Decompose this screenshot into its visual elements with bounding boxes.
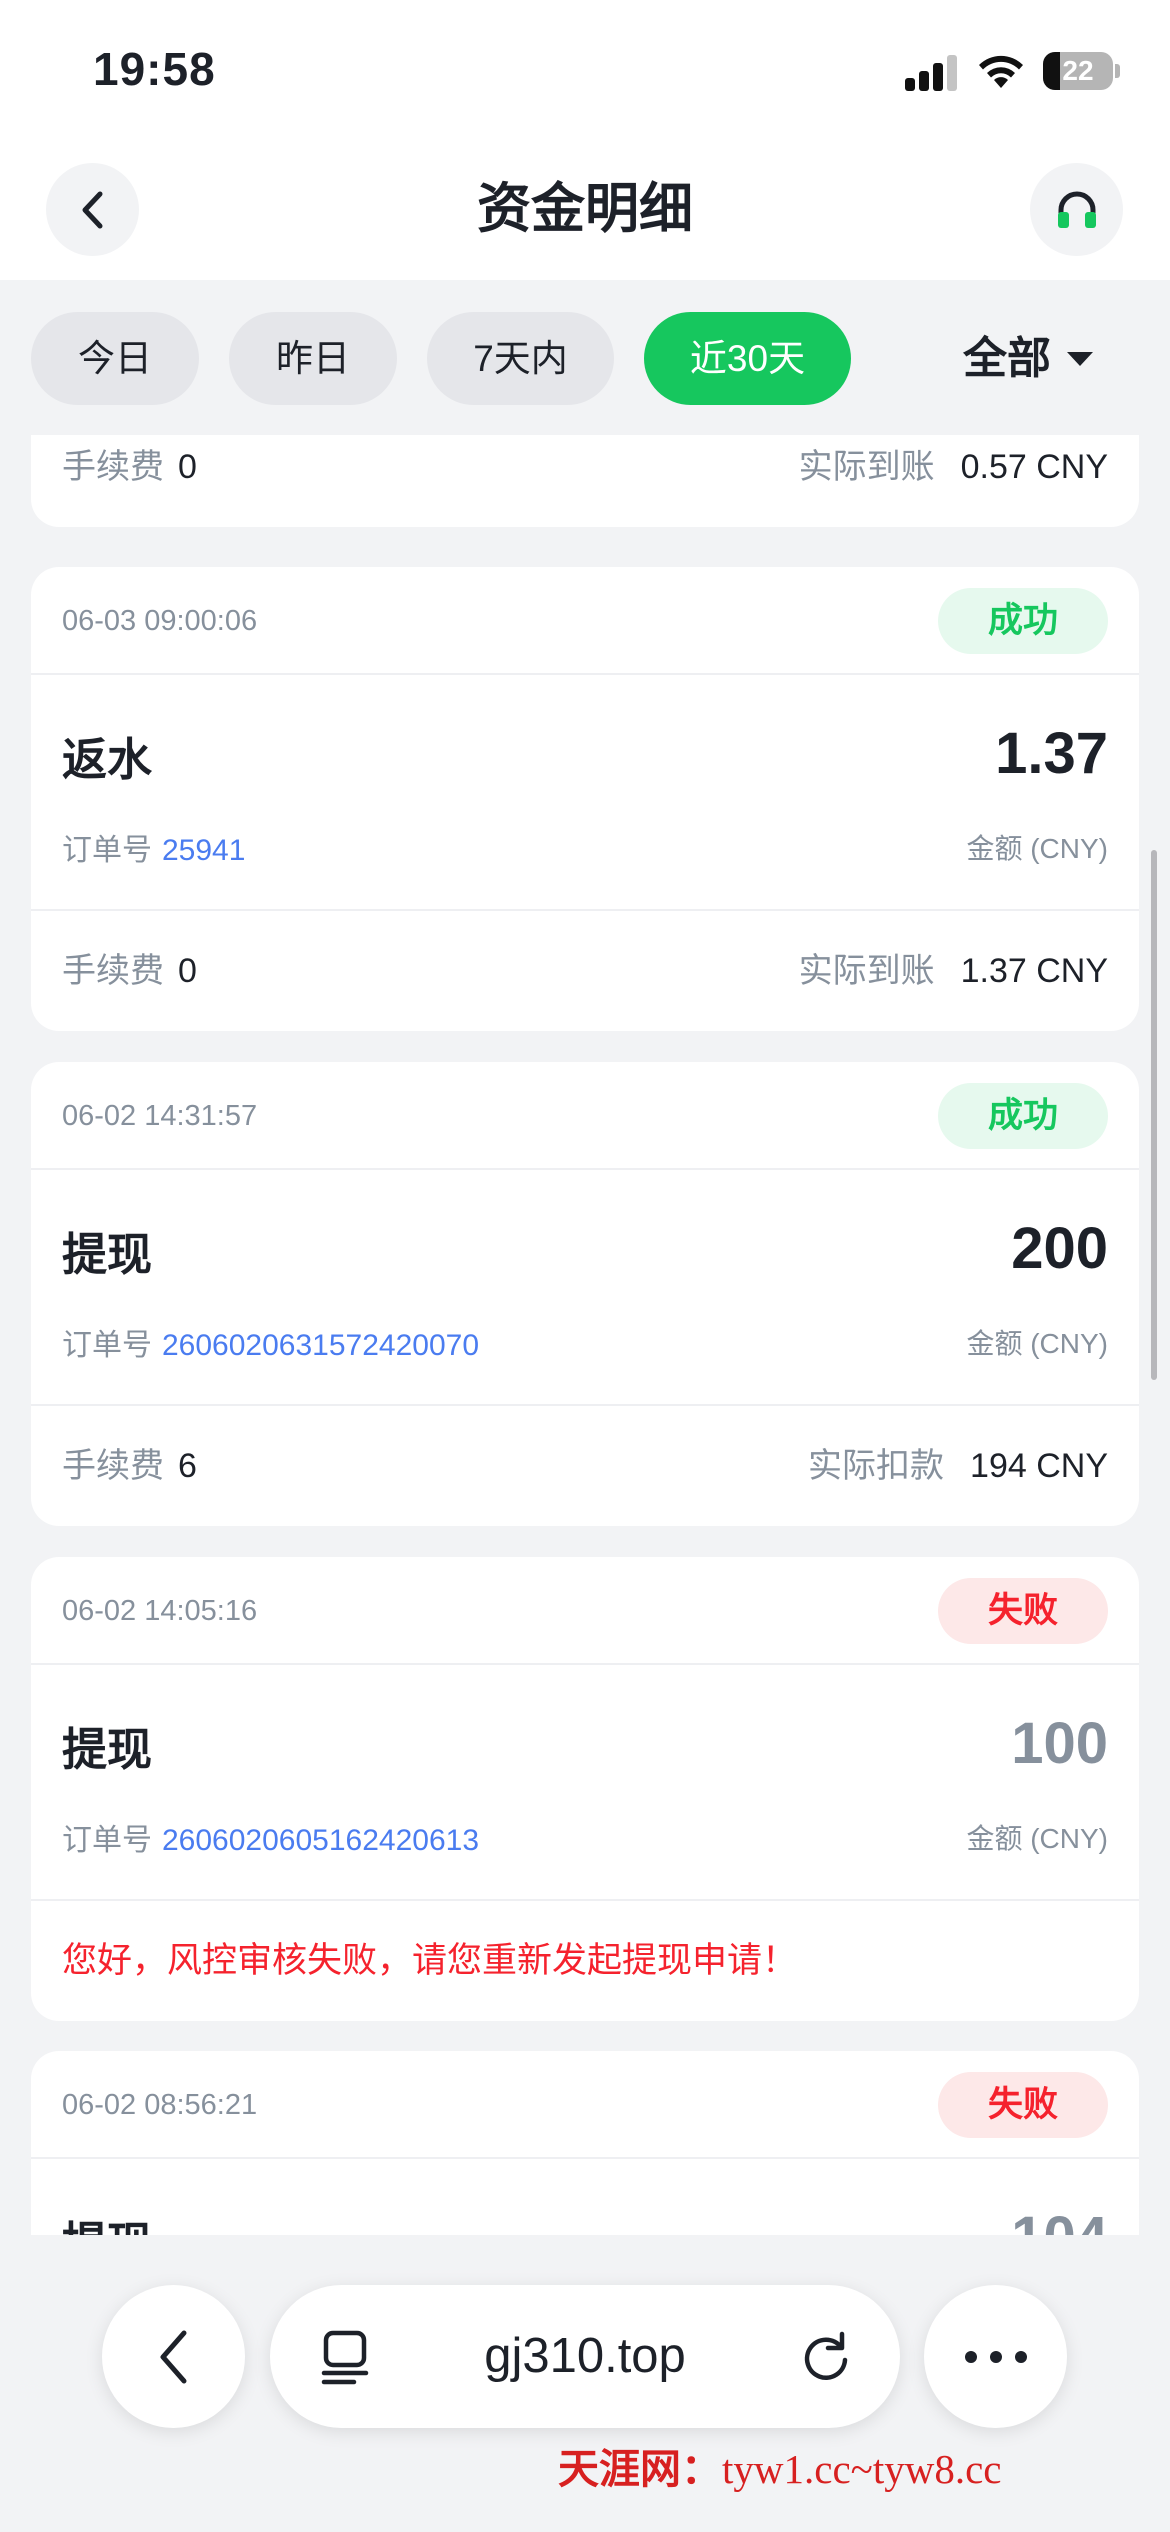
amount-label: 金额 (CNY) bbox=[966, 833, 1108, 864]
record-type: 提现 bbox=[62, 1724, 153, 1775]
status-badge: 成功 bbox=[938, 1083, 1108, 1149]
status-badge: 失败 bbox=[938, 2072, 1108, 2138]
amount-label: 金额 (CNY) bbox=[966, 1823, 1108, 1854]
chevron-left-icon bbox=[82, 191, 102, 228]
wifi-icon bbox=[979, 55, 1023, 88]
record-type: 提现 bbox=[62, 2207, 152, 2235]
record-card[interactable]: 06-02 14:05:16 失败 提现 订单号 2606020605162420… bbox=[31, 1557, 1139, 2021]
record-card[interactable]: 06-02 14:31:57 成功 提现 订单号 2606020631572420… bbox=[31, 1062, 1139, 1526]
filter-7days-chip[interactable]: 7天内 bbox=[427, 312, 614, 405]
filter-yesterday-chip[interactable]: 昨日 bbox=[229, 312, 397, 405]
record-amount: 1.37 bbox=[995, 721, 1108, 786]
settle-value: 0.57 CNY bbox=[960, 448, 1108, 486]
record-type: 返水 bbox=[62, 734, 153, 785]
settle-info: 实际到账 0.57 CNY bbox=[798, 448, 1108, 486]
chevron-left-icon bbox=[160, 2330, 186, 2383]
order-number-value[interactable]: 2606020605162420613 bbox=[162, 1824, 479, 1857]
order-number-value[interactable]: 2606020631572420070 bbox=[162, 1329, 479, 1362]
order-number: 订单号 25941 bbox=[62, 834, 246, 867]
page-title: 资金明细 bbox=[477, 179, 693, 239]
record-card[interactable]: 06-02 08:56:21 失败 提现 104 bbox=[31, 2051, 1139, 2235]
settle-info: 实际扣款 194 CNY bbox=[808, 1447, 1108, 1485]
browser-back-button[interactable] bbox=[102, 2285, 245, 2428]
record-time: 06-02 14:31:57 bbox=[62, 1100, 258, 1132]
filter-30days-chip[interactable]: 近30天 bbox=[644, 312, 851, 405]
fee-info: 手续费 0 bbox=[62, 448, 197, 486]
record-amount: 200 bbox=[1011, 1216, 1108, 1281]
more-icon bbox=[964, 2350, 1027, 2363]
watermark: 天涯网：tyw1.cc~tyw8.cc bbox=[558, 2446, 1002, 2492]
cellular-signal-icon bbox=[905, 55, 957, 91]
record-type: 提现 bbox=[62, 1229, 153, 1280]
battery-level: 22 bbox=[1062, 55, 1094, 86]
record-card[interactable]: 06-03 09:00:06 成功 返水 订单号 25941 1.37 金额 (C… bbox=[31, 567, 1139, 1031]
caret-down-icon bbox=[1067, 351, 1093, 366]
status-badge: 成功 bbox=[938, 588, 1108, 654]
settle-value: 194 CNY bbox=[970, 1447, 1108, 1485]
status-time: 19:58 bbox=[93, 43, 216, 95]
more-button[interactable] bbox=[924, 2285, 1067, 2428]
fee-value: 0 bbox=[178, 448, 197, 486]
record-card[interactable]: 手续费 0 实际到账 0.57 CNY bbox=[31, 435, 1139, 527]
status-badge: 失败 bbox=[938, 1578, 1108, 1644]
fee-value: 6 bbox=[178, 1447, 197, 1485]
settle-value: 1.37 CNY bbox=[960, 952, 1108, 990]
fee-info: 手续费 6 bbox=[62, 1447, 197, 1485]
scrollbar[interactable] bbox=[1151, 850, 1157, 1380]
reload-icon[interactable] bbox=[800, 2330, 852, 2382]
back-button[interactable] bbox=[46, 163, 139, 256]
headset-icon bbox=[1057, 191, 1096, 228]
page-header: 资金明细 bbox=[0, 145, 1170, 280]
record-list: 手续费 0 实际到账 0.57 CNY 06-03 09:00:06 成功 返水 订… bbox=[0, 435, 1170, 2235]
order-number: 订单号 2606020605162420613 bbox=[62, 1824, 480, 1857]
record-amount: 100 bbox=[1011, 1711, 1108, 1776]
order-number: 订单号 2606020631572420070 bbox=[62, 1329, 480, 1362]
amount-label: 金额 (CNY) bbox=[966, 1328, 1108, 1359]
failure-message: 您好，风控审核失败，请您重新发起提现申请！ bbox=[62, 1941, 798, 1980]
type-filter-label: 全部 bbox=[963, 334, 1051, 383]
battery-icon: 22 bbox=[1043, 52, 1113, 90]
customer-service-button[interactable] bbox=[1030, 163, 1123, 256]
filter-today-chip[interactable]: 今日 bbox=[31, 312, 199, 405]
record-time: 06-03 09:00:06 bbox=[62, 605, 258, 637]
browser-toolbar: gj310.top 天涯网：tyw1.cc~tyw8.cc bbox=[0, 2235, 1170, 2532]
record-time: 06-02 14:05:16 bbox=[62, 1595, 258, 1627]
record-time: 06-02 08:56:21 bbox=[62, 2089, 258, 2121]
fee-info: 手续费 0 bbox=[62, 952, 197, 990]
order-number-value[interactable]: 25941 bbox=[162, 834, 245, 867]
status-bar: 19:58 22 bbox=[0, 0, 1170, 145]
type-filter-dropdown[interactable]: 全部 bbox=[963, 312, 1093, 405]
fee-value: 0 bbox=[178, 952, 197, 990]
date-filter-bar: 今日 昨日 7天内 近30天 全部 bbox=[0, 280, 1170, 435]
record-amount: 104 bbox=[1011, 2204, 1108, 2235]
address-bar[interactable]: gj310.top bbox=[270, 2285, 900, 2428]
settle-info: 实际到账 1.37 CNY bbox=[798, 952, 1108, 990]
